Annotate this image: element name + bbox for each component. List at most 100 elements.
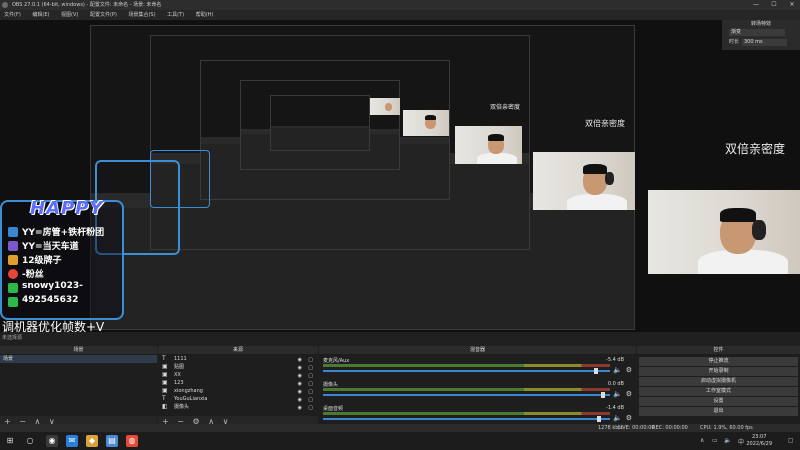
windows-taskbar: ⊞ ○ ◉ ✉ ◆ ▤ ◍ ∧ ▭ 🔈 中 23:07 2022/6/29 ▢ [0, 432, 800, 450]
overlay-line: -粉丝 [22, 270, 44, 280]
overlay-line: YY=房管+铁杆粉团 [22, 228, 105, 238]
transition-select[interactable]: 渐变 [729, 29, 785, 36]
eye-icon[interactable]: ◉ [298, 404, 302, 412]
menu-scene-collection[interactable]: 场景集合(S) [128, 10, 155, 20]
menu-file[interactable]: 文件(F) [4, 10, 21, 20]
nested-overlay [150, 150, 210, 208]
start-icon[interactable]: ⊞ [4, 435, 16, 447]
menu-profile[interactable]: 配置文件(P) [90, 10, 117, 20]
image-icon: ▣ [162, 387, 168, 394]
camera-icon: ◧ [162, 403, 168, 410]
rec-timer: REC: 00:00:00 [652, 425, 688, 431]
lock-icon[interactable]: ▢ [308, 404, 313, 412]
webcam-feed [648, 190, 800, 274]
volume-icon[interactable]: 🔈 [724, 437, 731, 444]
source-item[interactable]: T 1111 ◉ ▢ [158, 355, 318, 364]
webcam-feed [455, 126, 522, 164]
weibo-icon [8, 269, 18, 279]
transition-header: 转场特效 [750, 21, 771, 27]
status-bar: 1278 kb/s LIVE: 00:00:00 REC: 00:00:00 C… [0, 424, 800, 432]
mixer-channel: 麦克风/Aux -5.4 dB 🔈 ⚙ [323, 357, 632, 374]
badge-icon [8, 241, 18, 251]
webcam-feed [370, 98, 400, 115]
controls-dock: 控件 停止推流 开始录制 启动虚拟摄像机 工作室模式 设置 退出 [637, 346, 800, 428]
text-icon: T [162, 355, 166, 362]
menu-tools[interactable]: 工具(T) [167, 10, 184, 20]
settings-button[interactable]: 设置 [639, 397, 798, 406]
chat-icon[interactable]: ✉ [66, 435, 78, 447]
menu-view[interactable]: 视图(V) [61, 10, 78, 20]
source-item[interactable]: ▣ 贴图 ◉ ▢ [158, 363, 318, 372]
speaker-icon[interactable]: 🔈 [613, 366, 622, 374]
preview-canvas[interactable]: 双倍亲密度 双倍亲密度 双倍亲密度 HAPPY YY=房管+铁杆粉团 YY=当天… [0, 20, 800, 332]
browser-icon[interactable]: ◍ [126, 435, 138, 447]
gear-icon[interactable]: ⚙ [626, 390, 632, 398]
game-icon[interactable]: ◆ [86, 435, 98, 447]
volume-meter [323, 364, 610, 367]
menu-help[interactable]: 帮助(H) [196, 10, 214, 20]
source-item[interactable]: T YouGuLianxia ◉ ▢ [158, 395, 318, 404]
taskbar-clock[interactable]: 23:07 2022/6/29 [746, 434, 772, 448]
menu-edit[interactable]: 编辑(E) [32, 10, 49, 20]
mixer-header: 混音器 [319, 346, 636, 355]
window-title: OBS 27.0.1 (64-bit, windows) - 配置文件: 未命名… [12, 2, 162, 8]
duration-input[interactable]: 300 ms [742, 39, 787, 46]
source-item[interactable]: ◧ 摄像头 ◉ ▢ [158, 403, 318, 412]
medal-icon [8, 255, 18, 265]
overlay-line: 492545632 [22, 295, 79, 305]
source-item[interactable]: ▣ 123 ◉ ▢ [158, 379, 318, 388]
nested-window [270, 95, 370, 151]
volume-slider[interactable] [323, 370, 610, 372]
minimize-button[interactable]: — [748, 0, 764, 10]
image-icon: ▣ [162, 379, 168, 386]
close-button[interactable]: ✕ [784, 0, 800, 10]
gear-icon[interactable]: ⚙ [626, 414, 632, 422]
sources-header: 来源 [158, 346, 318, 355]
intimacy-banner: 双倍亲密度 [585, 119, 625, 128]
search-icon[interactable]: ○ [24, 435, 36, 447]
source-item[interactable]: ▣ xiongzhang ◉ ▢ [158, 387, 318, 396]
volume-knob[interactable] [594, 368, 598, 374]
network-icon[interactable]: ▭ [712, 437, 718, 444]
file-icon[interactable]: ▤ [106, 435, 118, 447]
volume-meter [323, 388, 610, 391]
maximize-button[interactable]: ☐ [766, 0, 782, 10]
stop-streaming-button[interactable]: 停止推流 [639, 357, 798, 366]
text-icon: T [162, 395, 166, 402]
notification-icon[interactable]: ▢ [788, 437, 794, 444]
scenes-dock: 场景 场景 + − ∧ ∨ [0, 346, 157, 428]
volume-knob[interactable] [597, 416, 601, 422]
volume-slider[interactable] [323, 418, 610, 420]
exit-button[interactable]: 退出 [639, 407, 798, 416]
gear-icon[interactable]: ⚙ [626, 366, 632, 374]
studio-mode-button[interactable]: 工作室模式 [639, 387, 798, 396]
scene-item[interactable]: 场景 [0, 355, 157, 363]
controls-header: 控件 [637, 346, 800, 355]
start-recording-button[interactable]: 开始录制 [639, 367, 798, 376]
sources-dock: 来源 T 1111 ◉ ▢ ▣ 贴图 ◉ ▢ ▣ XX ◉ ▢ ▣ 123 ◉ ▢ ▣ xiongzhan… [158, 346, 318, 428]
start-virtual-camera-button[interactable]: 启动虚拟摄像机 [639, 377, 798, 386]
webcam-feed [403, 110, 449, 136]
volume-knob[interactable] [601, 392, 605, 398]
webcam-feed [533, 152, 635, 210]
window-titlebar: OBS 27.0.1 (64-bit, windows) - 配置文件: 未命名… [0, 0, 800, 10]
wechat-icon [8, 283, 18, 293]
shield-icon [8, 227, 18, 237]
duration-label: 时长 [729, 39, 740, 45]
overlay-line: 12级牌子 [22, 256, 62, 266]
speaker-icon[interactable]: 🔈 [613, 390, 622, 398]
transition-panel: 转场特效 渐变 时长 300 ms [722, 20, 800, 50]
source-item[interactable]: ▣ XX ◉ ▢ [158, 371, 318, 380]
preview-caption: 调机器优化帧数+V [2, 320, 105, 332]
language-indicator[interactable]: 中 [738, 437, 744, 446]
overlay-line: snowy1023- [22, 281, 83, 291]
obs-icon[interactable]: ◉ [46, 435, 58, 447]
scenes-header: 场景 [0, 346, 157, 355]
image-icon: ▣ [162, 371, 168, 378]
cpu-fps: CPU: 1.9%, 60.00 fps [700, 425, 753, 431]
happy-logo: HAPPY [30, 198, 104, 219]
volume-slider[interactable] [323, 394, 610, 396]
mixer-channel: 摄像头 0.0 dB 🔈 ⚙ [323, 381, 632, 398]
speaker-icon[interactable]: 🔈 [613, 414, 622, 422]
tray-chevron-icon[interactable]: ∧ [700, 437, 704, 444]
